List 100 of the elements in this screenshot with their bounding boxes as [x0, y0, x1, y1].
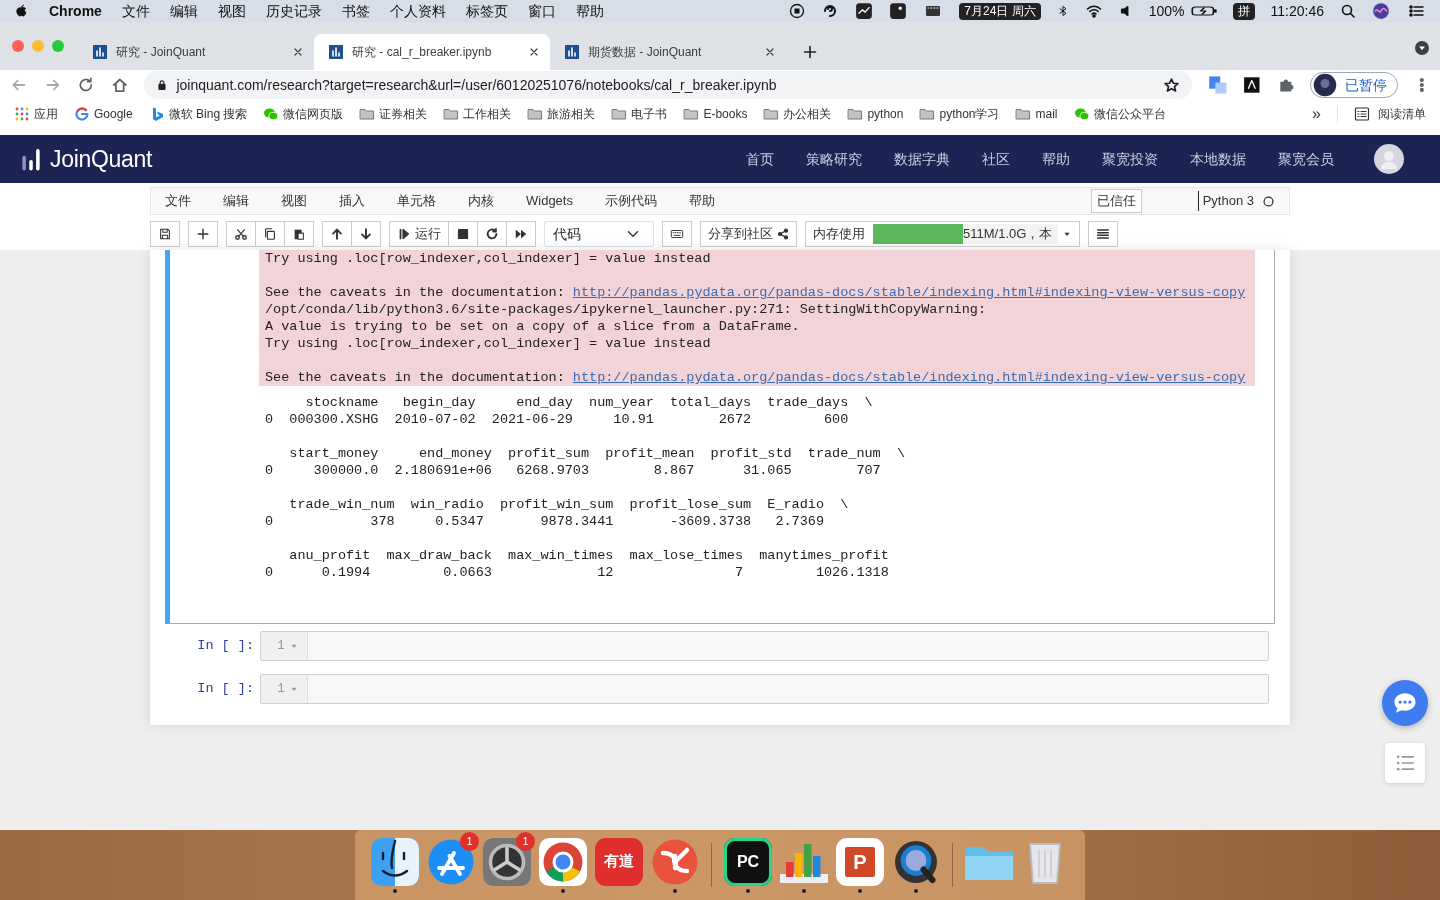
bookmark[interactable]: 应用 [14, 105, 58, 123]
reading-list-button[interactable]: 阅读清单 [1337, 105, 1426, 123]
bookmark[interactable]: 证券相关 [359, 105, 428, 123]
face-icon[interactable] [371, 837, 419, 886]
avatar-icon[interactable] [1374, 144, 1404, 174]
bluetooth-icon[interactable] [1056, 3, 1069, 19]
move-down-button[interactable] [352, 221, 381, 247]
menu-item[interactable]: 标签页 [465, 0, 508, 22]
battery-icon[interactable] [1190, 3, 1217, 19]
input-method-indicator[interactable]: 拼 [1232, 2, 1255, 20]
nav-link[interactable]: 聚宽投资 [1102, 148, 1158, 170]
bookmark[interactable]: E-books [683, 105, 748, 123]
app-icon[interactable]: 有道 [595, 837, 643, 886]
bookmark[interactable]: 工作相关 [443, 105, 512, 123]
app-icon[interactable]: PC [724, 837, 772, 886]
close-icon[interactable] [528, 46, 540, 58]
paste-button[interactable] [285, 221, 314, 247]
close-icon[interactable] [292, 46, 304, 58]
clock[interactable]: 11:20:46 [1270, 0, 1324, 22]
bookmark[interactable]: 微信公众平台 [1073, 105, 1166, 123]
app-name[interactable]: Chrome [49, 0, 102, 22]
close-icon[interactable] [764, 46, 776, 58]
save-button[interactable] [150, 221, 180, 247]
menu-item[interactable]: 文件 [165, 191, 191, 211]
browser-tab[interactable]: 研究 - cal_r_breaker.ipynb [314, 34, 550, 70]
browser-icon[interactable] [539, 837, 587, 886]
restart-button[interactable] [478, 221, 507, 247]
search-icon[interactable] [1340, 3, 1356, 19]
bookmark[interactable]: 微信网页版 [263, 105, 344, 123]
bookmark[interactable]: python [847, 105, 904, 123]
doc-link[interactable]: http://pandas.pydata.org/pandas-docs/stable/indexing.html#indexing-view-versus-copy [572, 285, 1246, 300]
logo-text[interactable]: JoinQuant [50, 141, 153, 177]
browser-tab[interactable]: 期货数据 - JoinQuant [550, 34, 786, 70]
nav-link[interactable]: 帮助 [1042, 148, 1070, 170]
app-square-icon[interactable] [889, 2, 908, 20]
stop-button[interactable] [449, 221, 478, 247]
bookmark[interactable]: 旅游相关 [527, 105, 596, 123]
app-icon[interactable]: P [836, 837, 884, 886]
bookmark[interactable]: 微软 Bing 搜索 [148, 105, 248, 123]
menu-item[interactable]: 插入 [339, 191, 365, 211]
menu-item[interactable]: 历史记录 [265, 0, 322, 22]
bookmark[interactable]: mail [1015, 105, 1058, 123]
bookmark[interactable]: Google [74, 105, 133, 123]
star-icon[interactable] [1162, 76, 1180, 94]
menu-item[interactable]: 内核 [468, 191, 494, 211]
translate-icon[interactable] [1207, 75, 1228, 95]
menu-item[interactable]: 单元格 [397, 191, 436, 211]
menu-item[interactable]: 视图 [217, 0, 246, 22]
nav-link[interactable]: 本地数据 [1190, 148, 1246, 170]
browser-tab[interactable]: 研究 - JoinQuant [78, 34, 314, 70]
triangle-square-icon[interactable] [1243, 76, 1261, 94]
menu-item[interactable]: Widgets [526, 191, 573, 211]
nav-link[interactable]: 数据字典 [894, 148, 950, 170]
control-center-icon[interactable] [1406, 3, 1426, 19]
menu-item[interactable]: 个人资料 [389, 0, 446, 22]
record-icon[interactable] [789, 3, 806, 19]
menu-item[interactable]: 帮助 [575, 0, 604, 22]
doc-link[interactable]: http://pandas.pydata.org/pandas-docs/stable/indexing.html#indexing-view-versus-copy [572, 370, 1246, 385]
bookmark[interactable]: 办公相关 [763, 105, 832, 123]
home-icon[interactable] [110, 76, 129, 94]
move-up-button[interactable] [322, 221, 352, 247]
menu-item[interactable]: 帮助 [688, 191, 715, 211]
siri-icon[interactable] [1372, 2, 1390, 20]
trusted-indicator[interactable]: 已信任 [1090, 189, 1142, 213]
nav-link[interactable]: 首页 [746, 148, 774, 170]
menu-item[interactable]: 书签 [341, 0, 370, 22]
address-field[interactable]: joinquant.com/research?target=research&url=/user/60120251076/notebooks/cal_r_breaker.ipynb [144, 71, 1192, 99]
menu-item[interactable]: 示例代码 [604, 191, 657, 211]
menu-item[interactable]: 编辑 [169, 0, 198, 22]
menu-item[interactable]: 窗口 [527, 0, 556, 22]
output-line: stockname begin_day end_day num_year total_days trade_days \ [304, 394, 874, 411]
more-bookmarks-button[interactable]: » [1312, 102, 1321, 126]
letter-a-icon[interactable] [427, 837, 475, 886]
bookmark[interactable]: 电子书 [611, 105, 668, 123]
toc-button[interactable] [1385, 743, 1425, 783]
share-button[interactable]: 分享到社区 [700, 221, 797, 247]
menu-item[interactable]: 文件 [121, 0, 150, 22]
run-button[interactable]: 运行 [389, 221, 449, 247]
keyboard-button[interactable] [662, 221, 692, 247]
cell-type-select[interactable]: 代码 [544, 221, 654, 247]
nav-link[interactable]: 社区 [982, 148, 1010, 170]
bookmark[interactable]: python学习 [919, 105, 1000, 123]
nav-link[interactable]: 策略研究 [806, 148, 862, 170]
chat-button[interactable] [1382, 680, 1428, 726]
memory-dropdown[interactable]: 内存使用 511M/1.0G，本 [805, 221, 1080, 247]
run-all-button[interactable] [507, 221, 536, 247]
nav-link[interactable]: 聚宽会员 [1278, 148, 1334, 170]
gear-icon[interactable] [483, 837, 531, 886]
cell-list-button[interactable] [1088, 221, 1118, 247]
menu-item[interactable]: 编辑 [223, 191, 249, 211]
copy-button[interactable] [256, 221, 285, 247]
date-indicator[interactable]: 7月24日 周六 [959, 2, 1041, 20]
cut-button[interactable] [226, 221, 256, 247]
plus-icon[interactable] [802, 44, 818, 60]
wifi-icon[interactable] [1084, 3, 1103, 19]
menu-item[interactable]: 视图 [281, 191, 307, 211]
tab-search-icon[interactable] [1414, 40, 1430, 56]
add-cell-button[interactable] [188, 221, 218, 247]
reload-icon[interactable] [77, 76, 95, 94]
chart-square-icon[interactable] [855, 2, 874, 20]
